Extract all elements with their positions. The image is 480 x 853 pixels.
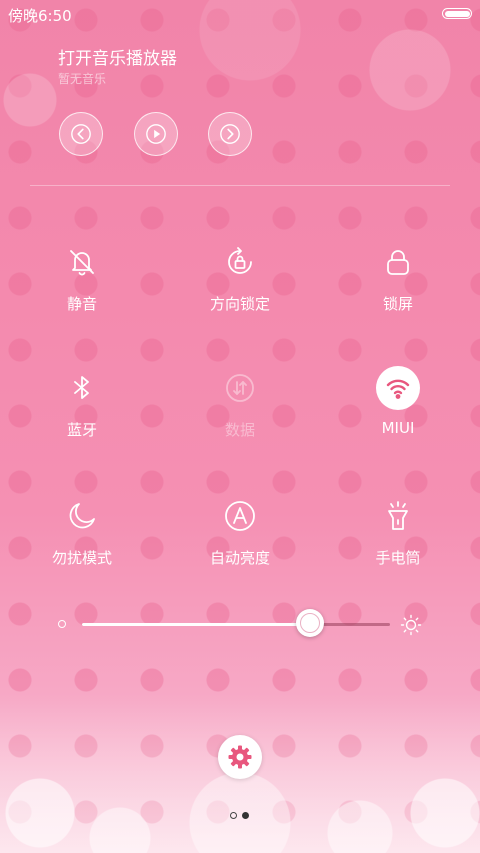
auto-brightness-icon xyxy=(218,494,262,538)
toggle-do-not-disturb[interactable]: 勿扰模式 xyxy=(22,494,142,584)
previous-button[interactable] xyxy=(59,112,103,156)
bell-off-icon xyxy=(60,240,104,284)
music-player-title[interactable]: 打开音乐播放器 xyxy=(58,44,177,69)
status-time: 傍晚6:50 xyxy=(8,7,72,25)
brightness-track[interactable] xyxy=(82,623,390,626)
moon-icon xyxy=(60,494,104,538)
toggle-label: 数据 xyxy=(224,421,255,439)
toggle-label: 自动亮度 xyxy=(209,549,270,567)
toggle-auto-brightness[interactable]: 自动亮度 xyxy=(180,494,300,584)
next-button[interactable] xyxy=(208,112,252,156)
toggle-wifi[interactable]: MIUI xyxy=(338,366,458,456)
toggle-label: 勿扰模式 xyxy=(51,549,112,567)
page-dot-active xyxy=(242,812,249,819)
battery-icon xyxy=(442,8,472,19)
mobile-data-icon xyxy=(218,366,262,410)
toggle-label: 锁屏 xyxy=(382,295,413,313)
brightness-thumb[interactable] xyxy=(295,609,324,637)
brightness-fill xyxy=(82,623,310,626)
play-button[interactable] xyxy=(134,112,178,156)
toggle-label: 静音 xyxy=(66,295,97,313)
brightness-slider[interactable] xyxy=(50,600,430,650)
previous-icon xyxy=(71,124,91,144)
toggle-label: 手电筒 xyxy=(375,549,421,567)
music-player-subtitle: 暂无音乐 xyxy=(58,72,107,86)
bluetooth-icon xyxy=(60,366,104,410)
wifi-icon xyxy=(376,366,420,410)
toggle-label: MIUI xyxy=(381,419,415,437)
rotation-lock-icon xyxy=(218,240,262,284)
brightness-low-icon xyxy=(58,620,66,628)
toggle-lock-screen[interactable]: 锁屏 xyxy=(338,240,458,330)
page-indicator xyxy=(230,811,250,821)
toggle-flashlight[interactable]: 手电筒 xyxy=(338,494,458,584)
play-icon xyxy=(146,124,166,144)
toggle-mute[interactable]: 静音 xyxy=(22,240,142,330)
lock-icon xyxy=(376,240,420,284)
gear-icon xyxy=(228,745,252,769)
page-dot xyxy=(230,812,237,819)
status-bar: 傍晚6:50 xyxy=(0,0,480,26)
toggle-mobile-data[interactable]: 数据 xyxy=(180,366,300,456)
brightness-high-icon xyxy=(400,614,422,636)
next-icon xyxy=(220,124,240,144)
toggle-rotation-lock[interactable]: 方向锁定 xyxy=(180,240,300,330)
divider xyxy=(30,185,450,186)
toggle-bluetooth[interactable]: 蓝牙 xyxy=(22,366,142,456)
toggle-label: 方向锁定 xyxy=(209,295,270,313)
settings-button[interactable] xyxy=(218,735,262,779)
toggle-label: 蓝牙 xyxy=(66,421,97,439)
flashlight-icon xyxy=(376,494,420,538)
